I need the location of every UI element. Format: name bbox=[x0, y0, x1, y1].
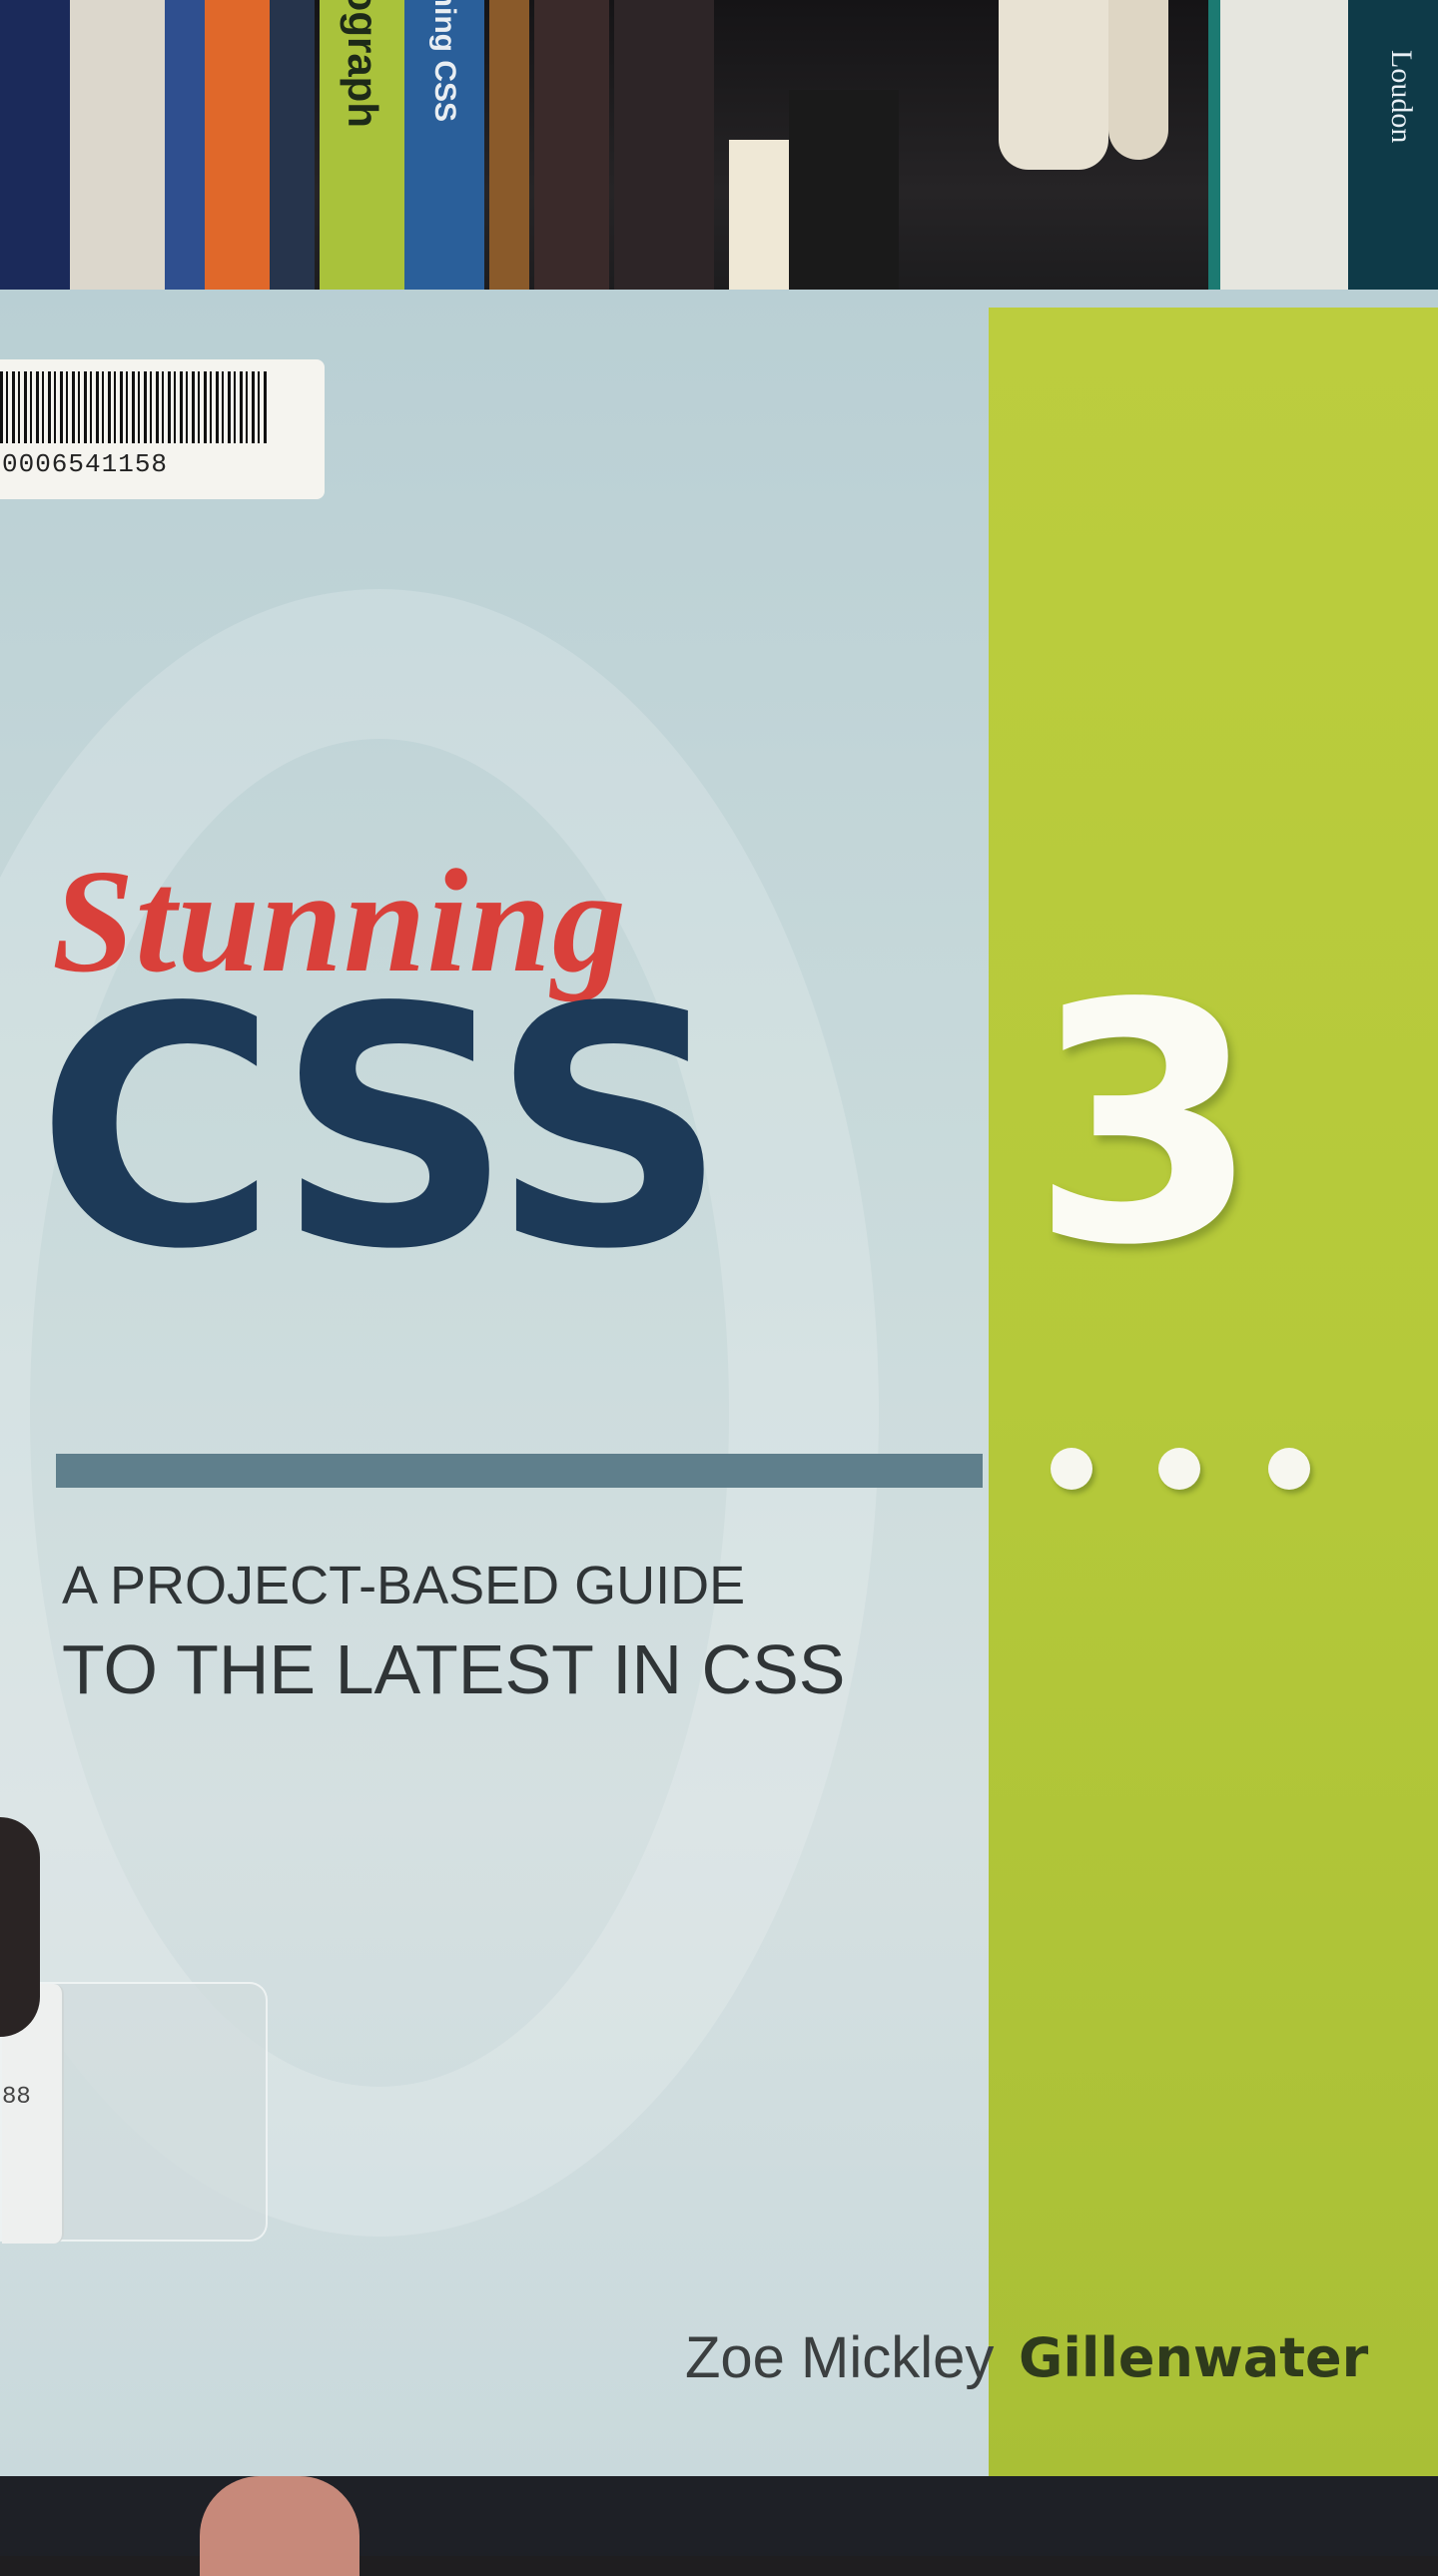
book-spine bbox=[70, 0, 165, 310]
book-spine bbox=[614, 0, 714, 310]
book-spine bbox=[205, 0, 270, 310]
library-barcode-label: 0006541158 bbox=[0, 359, 325, 499]
green-panel bbox=[989, 308, 1438, 2476]
ellipsis-dots bbox=[1051, 1448, 1320, 1492]
spine-title: unning CSS bbox=[428, 0, 461, 122]
thumb bbox=[200, 2476, 360, 2576]
subtitle-line-1: A PROJECT-BASED GUIDE bbox=[62, 1556, 746, 1615]
author-first-name: Zoe Mickley bbox=[685, 2325, 995, 2390]
dot-icon bbox=[1051, 1448, 1092, 1490]
library-sticker: 88 bbox=[0, 1982, 268, 2244]
book-spine bbox=[1108, 0, 1168, 160]
book-spine: Loudon bbox=[1348, 0, 1438, 300]
book-spine bbox=[270, 0, 315, 310]
book-spine bbox=[0, 0, 70, 310]
hand-shadow bbox=[0, 1817, 40, 2037]
spine-title: pograph bbox=[339, 0, 386, 128]
dot-icon bbox=[1268, 1448, 1310, 1490]
book-spine-stunning-css: unning CSS bbox=[404, 0, 484, 310]
subtitle-line-2: TO THE LATEST IN CSS bbox=[62, 1630, 846, 1708]
title-underline-rule bbox=[56, 1454, 983, 1488]
title-css: CSS bbox=[36, 938, 728, 1321]
book-spine bbox=[534, 0, 609, 310]
book-cover: 0006541158 Stunning CSS 3 A PROJECT-BASE… bbox=[0, 290, 1438, 2476]
title-three: 3 bbox=[1031, 934, 1260, 1317]
book-spine bbox=[729, 140, 789, 310]
author-last-name: Gillenwater bbox=[1019, 2326, 1369, 2389]
book-spine bbox=[489, 0, 529, 310]
subtitle: A PROJECT-BASED GUIDE TO THE LATEST IN C… bbox=[62, 1551, 845, 1714]
barcode-number: 0006541158 bbox=[2, 449, 169, 479]
book-spine bbox=[1208, 0, 1360, 300]
book-spine bbox=[999, 0, 1108, 170]
dot-icon bbox=[1158, 1448, 1200, 1490]
book-spine bbox=[789, 90, 899, 310]
book-spine-typography: pograph bbox=[320, 0, 404, 310]
bookshelf-background: pograph unning CSS Loudon bbox=[0, 0, 1438, 320]
barcode-icon bbox=[0, 371, 270, 443]
spine-title: Loudon bbox=[1385, 50, 1418, 144]
book-spine bbox=[165, 0, 205, 310]
